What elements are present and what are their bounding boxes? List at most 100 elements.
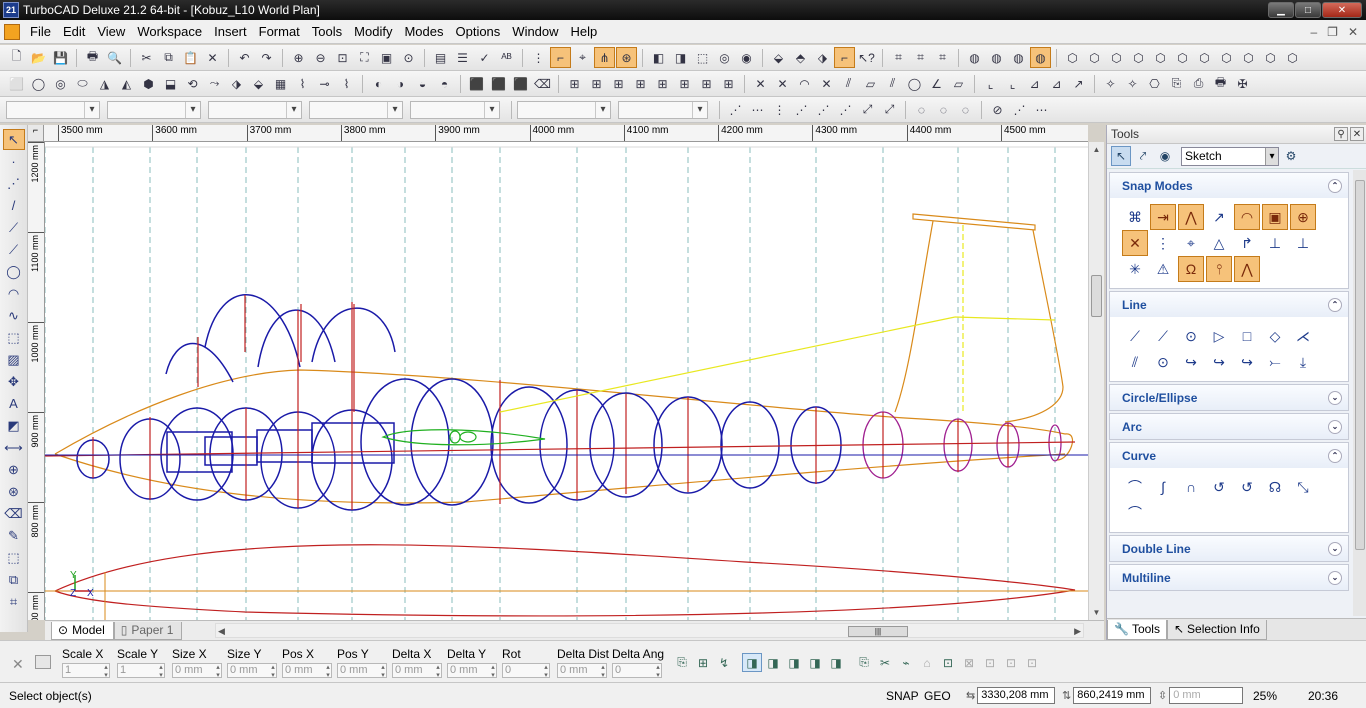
- measure-icon[interactable]: ⟷: [3, 437, 25, 458]
- render-1-icon[interactable]: ◍: [964, 47, 985, 68]
- mod-11-icon[interactable]: 🖶: [1210, 73, 1231, 94]
- open-icon[interactable]: 📂: [28, 47, 49, 68]
- mod-4-icon[interactable]: ⊿: [1046, 73, 1067, 94]
- mod-3-icon[interactable]: ⊿: [1024, 73, 1045, 94]
- trim-5-icon[interactable]: ⫽: [838, 73, 859, 94]
- tab-paper1[interactable]: ▯ Paper 1: [113, 621, 183, 640]
- menu-help[interactable]: Help: [565, 21, 604, 43]
- spring-icon[interactable]: ⌇: [336, 73, 357, 94]
- array-8-icon[interactable]: ⊞: [718, 73, 739, 94]
- cube-11-icon[interactable]: ⬡: [1282, 47, 1303, 68]
- menu-options[interactable]: Options: [449, 21, 506, 43]
- inspector-close-icon[interactable]: ✕: [12, 656, 24, 673]
- curve-tool-icon[interactable]: ↺: [1206, 474, 1232, 500]
- section-header-line[interactable]: Line ⌃: [1110, 292, 1348, 317]
- select-arrow-icon[interactable]: ↖: [2, 129, 25, 150]
- geo-toggle[interactable]: GEO: [924, 689, 951, 703]
- dim-1-icon[interactable]: ⌗: [888, 47, 909, 68]
- snap-modes-tool-icon[interactable]: ↗: [1206, 204, 1232, 230]
- snap-a-icon[interactable]: ⋰: [725, 99, 746, 120]
- document-icon[interactable]: [4, 23, 20, 40]
- table-3d-icon[interactable]: ▦: [270, 73, 291, 94]
- section-header-multiline[interactable]: Multiline ⌄: [1110, 565, 1348, 590]
- shell-icon[interactable]: ⬙: [248, 73, 269, 94]
- spell-icon[interactable]: ✓: [474, 47, 495, 68]
- zoom-window-icon[interactable]: ⊡: [332, 47, 353, 68]
- mdi-restore-button[interactable]: ❐: [1327, 25, 1338, 39]
- snap-modes-tool-icon[interactable]: ⊕: [1290, 204, 1316, 230]
- scale-x-input[interactable]: 1: [62, 663, 110, 679]
- menu-file[interactable]: File: [24, 21, 57, 43]
- collapse-chevron-icon[interactable]: ⌃: [1328, 178, 1342, 193]
- expand-chevron-icon[interactable]: ⌄: [1328, 570, 1342, 585]
- solid-3-icon[interactable]: ⬛: [510, 73, 531, 94]
- render-3-icon[interactable]: ◍: [1008, 47, 1029, 68]
- snap-modes-tool-icon[interactable]: ⌘: [1122, 204, 1148, 230]
- curve-tool-icon[interactable]: ⌒: [1122, 500, 1148, 526]
- print-preview-icon[interactable]: 🔍: [104, 47, 125, 68]
- property-combo[interactable]: [107, 100, 201, 119]
- snap-g-icon[interactable]: ⤢: [857, 99, 878, 120]
- scroll-right-icon[interactable]: ▶: [1074, 626, 1081, 637]
- sphere-icon[interactable]: ◯: [28, 73, 49, 94]
- line-tool-icon[interactable]: ⤚: [1262, 349, 1288, 375]
- array-6-icon[interactable]: ⊞: [674, 73, 695, 94]
- line-tool-icon[interactable]: □: [1234, 323, 1260, 349]
- view-3-icon[interactable]: ⬚: [692, 47, 713, 68]
- misc-icon[interactable]: ⌗: [3, 591, 25, 612]
- array-5-icon[interactable]: ⊞: [652, 73, 673, 94]
- close-button[interactable]: ✕: [1322, 2, 1362, 18]
- snap-modes-tool-icon[interactable]: ⚠: [1150, 256, 1176, 282]
- rot-input[interactable]: 0: [502, 663, 550, 679]
- palette-tab-tools[interactable]: 🔧 Tools: [1107, 619, 1167, 640]
- ins-15-icon[interactable]: ⊡: [980, 653, 1000, 672]
- property-combo[interactable]: [6, 100, 100, 119]
- section-header-double-line[interactable]: Double Line ⌄: [1110, 536, 1348, 561]
- prism-icon[interactable]: ⬢: [138, 73, 159, 94]
- trim-2-icon[interactable]: ✕: [772, 73, 793, 94]
- snap-modes-tool-icon[interactable]: ⊥: [1290, 230, 1316, 256]
- inspector-options-button[interactable]: [35, 655, 51, 669]
- snap-modes-tool-icon[interactable]: ⊥: [1262, 230, 1288, 256]
- dim-3-icon[interactable]: ⌗: [932, 47, 953, 68]
- property-combo[interactable]: [618, 100, 708, 119]
- text-icon[interactable]: A: [3, 393, 25, 414]
- array-1-icon[interactable]: ⊞: [564, 73, 585, 94]
- line-tool-icon[interactable]: ⟋: [1150, 323, 1176, 349]
- palette-tab-selection-info[interactable]: ↖ Selection Info: [1166, 619, 1267, 640]
- trim-8-icon[interactable]: ◯: [904, 73, 925, 94]
- trim-4-icon[interactable]: ✕: [816, 73, 837, 94]
- trim-10-icon[interactable]: ▱: [948, 73, 969, 94]
- ins-8-icon[interactable]: ◨: [826, 653, 846, 672]
- zoom-extents-icon[interactable]: ⛶: [354, 47, 375, 68]
- mod-10-icon[interactable]: ⎙: [1188, 73, 1209, 94]
- scroll-down-icon[interactable]: ▼: [1089, 605, 1104, 620]
- ins-3-icon[interactable]: ↯: [714, 653, 734, 672]
- snap-modes-tool-icon[interactable]: ⋀: [1178, 204, 1204, 230]
- array-3-icon[interactable]: ⊞: [608, 73, 629, 94]
- ins-17-icon[interactable]: ⊡: [1022, 653, 1042, 672]
- box-3d-icon[interactable]: ⬚: [3, 327, 25, 348]
- horizontal-scrollbar[interactable]: ◀ ||| ▶: [215, 623, 1084, 638]
- line-2-icon[interactable]: ⟋: [3, 239, 25, 260]
- snap-toggle[interactable]: SNAP: [886, 689, 919, 703]
- section-header-curve[interactable]: Curve ⌃: [1110, 443, 1348, 468]
- torus-icon[interactable]: ◎: [50, 73, 71, 94]
- menu-workspace[interactable]: Workspace: [131, 21, 208, 43]
- y-coordinate[interactable]: ⇅ 860,2419 mm: [1062, 687, 1152, 704]
- mod-7-icon[interactable]: ✧: [1122, 73, 1143, 94]
- mod-2-icon[interactable]: ⌞: [1002, 73, 1023, 94]
- size-x-input[interactable]: 0 mm: [172, 663, 222, 679]
- solid-1-icon[interactable]: ⬛: [466, 73, 487, 94]
- section-header-circle-ellipse[interactable]: Circle/Ellipse ⌄: [1110, 385, 1348, 410]
- delta-ang-input[interactable]: 0: [612, 663, 662, 679]
- array-4-icon[interactable]: ⊞: [630, 73, 651, 94]
- snap-modes-tool-icon[interactable]: ⋮: [1150, 230, 1176, 256]
- cube-7-icon[interactable]: ⬡: [1194, 47, 1215, 68]
- magnet-icon[interactable]: ⋔: [594, 47, 615, 68]
- snap-n-icon[interactable]: ⋯: [1031, 99, 1052, 120]
- circle-icon[interactable]: ◯: [3, 261, 25, 282]
- box-icon[interactable]: ⬜: [6, 73, 27, 94]
- loft-icon[interactable]: ⬗: [226, 73, 247, 94]
- tab-model[interactable]: ⊙ Model: [51, 621, 114, 640]
